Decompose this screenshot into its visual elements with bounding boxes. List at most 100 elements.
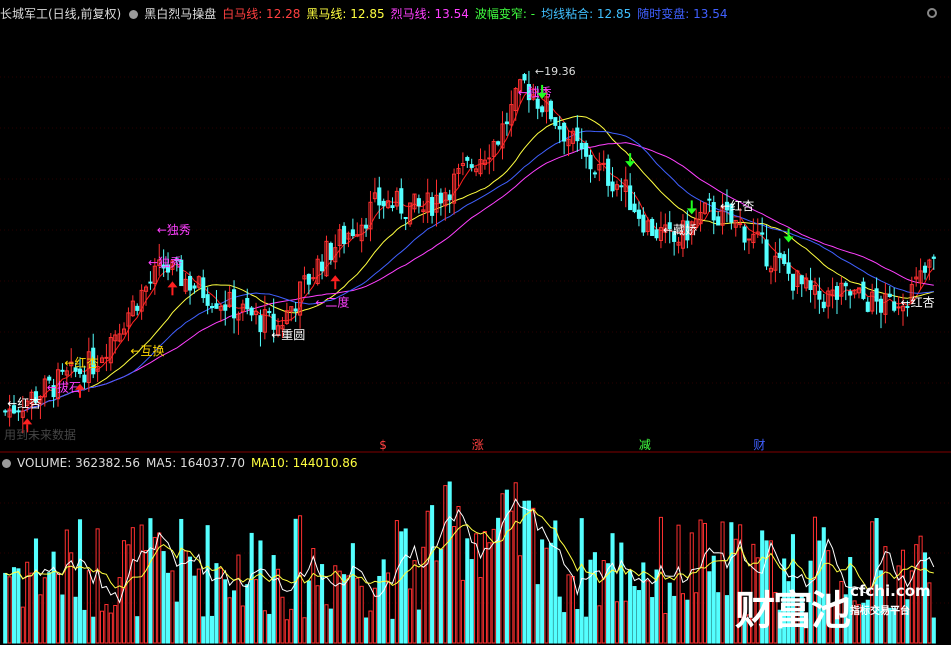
candle — [874, 277, 879, 315]
sell-arrow-icon — [783, 228, 794, 243]
volume-bar — [610, 533, 615, 644]
candle — [324, 235, 329, 278]
volume-bar — [135, 616, 140, 644]
volume-bar — [614, 601, 619, 644]
candle — [592, 170, 597, 179]
volume-bar — [848, 557, 853, 644]
volume-bar — [456, 505, 461, 644]
candle — [834, 282, 840, 315]
candle — [298, 281, 303, 329]
volume-bar — [491, 528, 496, 644]
volume-bar — [262, 610, 267, 644]
volume-bar — [592, 552, 597, 644]
volume-bar — [628, 570, 633, 644]
volume-bar — [364, 617, 369, 644]
volume-bar — [143, 550, 149, 644]
candle — [346, 231, 351, 248]
candle — [359, 217, 364, 253]
signal-annotation: ←独秀 — [148, 255, 182, 269]
candle — [223, 290, 228, 326]
candle — [698, 200, 703, 232]
candle — [496, 140, 501, 147]
candle — [821, 294, 826, 312]
candle — [548, 99, 553, 122]
volume-bar — [421, 546, 426, 644]
volume-bar — [469, 559, 474, 644]
volume-bar — [619, 542, 624, 644]
volume-bar — [350, 543, 355, 644]
volume-bar — [20, 606, 25, 644]
volume-switch-icon[interactable] — [2, 459, 11, 468]
volume-bar — [689, 532, 694, 644]
candle — [830, 277, 835, 309]
candle — [799, 274, 804, 297]
volume-bar — [509, 510, 514, 644]
volume-bar — [302, 617, 307, 644]
volume-bar — [711, 555, 716, 644]
volume-bar — [729, 522, 734, 644]
volume-bar — [368, 610, 373, 644]
volume-bar — [381, 559, 386, 644]
candle — [438, 188, 443, 216]
candle — [597, 152, 602, 182]
volume-bar — [51, 551, 56, 644]
candle — [566, 129, 571, 157]
candle — [284, 302, 289, 325]
candle — [139, 284, 144, 320]
volume-bar — [513, 482, 518, 644]
volume-bar — [676, 524, 681, 644]
volume-bar — [77, 519, 83, 644]
volume-bar — [60, 594, 65, 644]
candle — [504, 112, 509, 136]
volume-bar — [104, 604, 109, 644]
buy-arrow-icon — [167, 281, 178, 296]
volume-bar — [245, 584, 250, 644]
volume-bar — [196, 568, 201, 644]
volume-bar — [240, 605, 245, 644]
candle — [267, 307, 272, 317]
candle — [121, 322, 127, 335]
volume-bar — [99, 610, 105, 644]
candle — [795, 269, 800, 295]
sell-arrow-icon — [625, 153, 636, 168]
candle — [733, 219, 738, 237]
candle — [421, 200, 426, 223]
candle — [196, 275, 201, 290]
volume-bar — [636, 590, 641, 644]
signal-annotation: ←红杏 — [64, 355, 98, 370]
volume-bar — [267, 613, 272, 644]
candle — [856, 287, 862, 299]
candle — [390, 197, 395, 212]
candle — [654, 222, 659, 241]
candle — [465, 155, 470, 168]
candle — [108, 333, 113, 371]
candle — [826, 287, 831, 319]
volume-bar — [38, 594, 43, 644]
volume-bar — [205, 525, 210, 644]
candle — [588, 149, 593, 183]
candle — [614, 180, 619, 197]
candle — [628, 173, 633, 211]
volume-bar — [707, 571, 712, 644]
candle — [487, 144, 492, 175]
volume-bar — [218, 567, 223, 644]
candle — [469, 158, 474, 172]
volume-bar — [139, 524, 144, 644]
bottom-marker: 涨 — [472, 437, 484, 452]
volume-bar — [33, 538, 39, 644]
volume-bar — [126, 544, 131, 644]
volume-bar — [597, 605, 602, 644]
candle — [452, 168, 457, 215]
candle — [887, 286, 892, 298]
volume-bar — [685, 599, 690, 644]
volume-bar — [29, 572, 34, 644]
volume-bar — [667, 582, 672, 644]
volume-bar — [487, 542, 492, 644]
volume-bar — [526, 500, 531, 644]
volume-bar — [254, 579, 259, 644]
candle — [183, 273, 188, 295]
candle — [636, 201, 641, 227]
candle — [707, 192, 712, 212]
signal-annotation: ←红杏 — [901, 295, 935, 310]
volume-bar — [311, 548, 316, 644]
